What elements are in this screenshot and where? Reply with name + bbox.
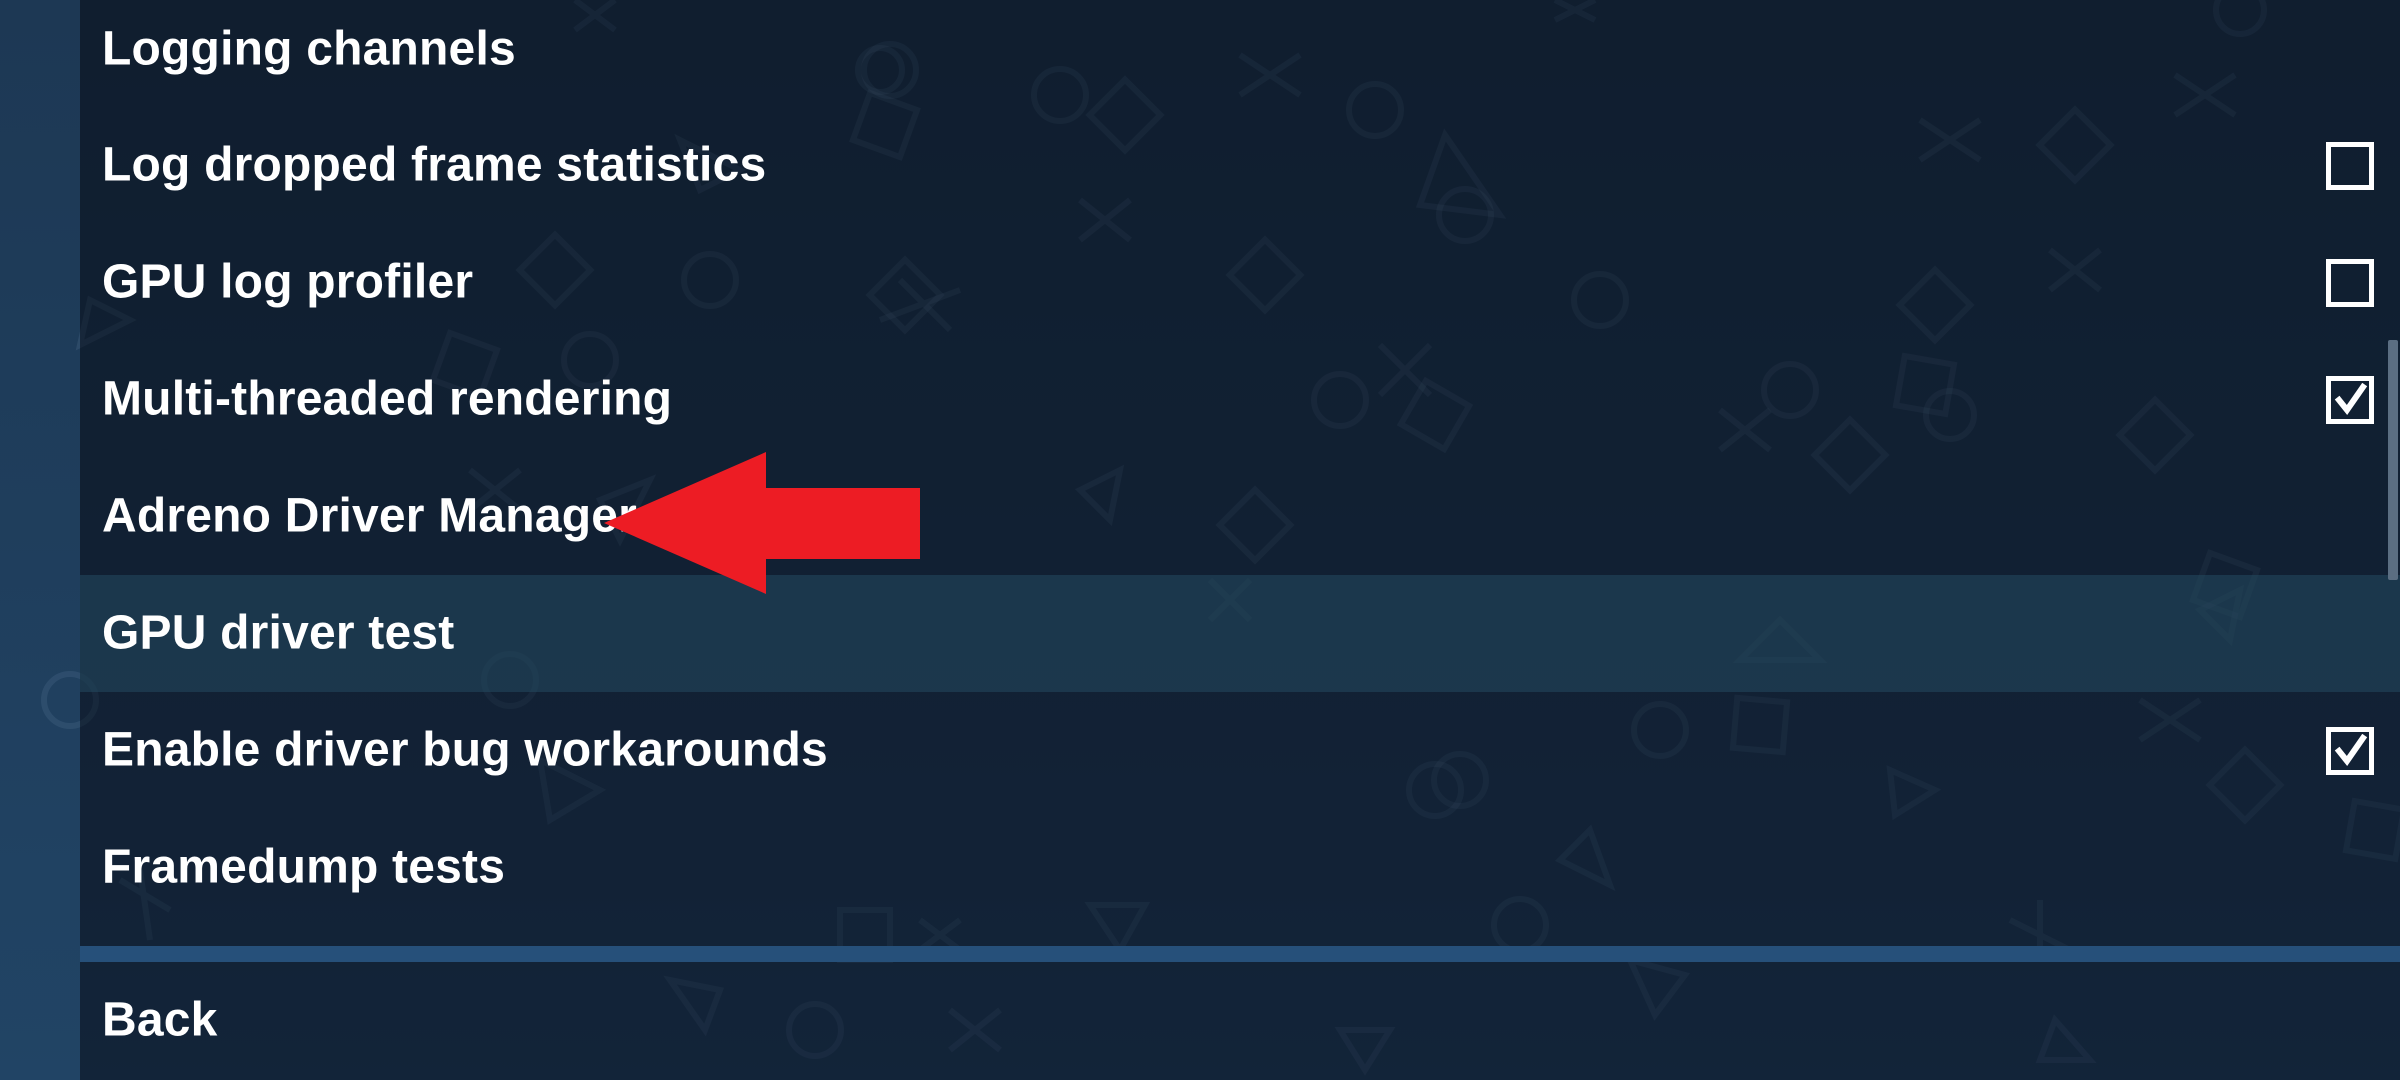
setting-row-framedump-tests[interactable]: Framedump tests [80, 809, 2400, 926]
section-divider [80, 946, 2400, 962]
setting-row-logging-channels[interactable]: Logging channels [80, 0, 2400, 100]
setting-row-multi-threaded-rendering[interactable]: Multi-threaded rendering [80, 341, 2400, 458]
back-button[interactable]: Back [80, 962, 2400, 1080]
checkbox-checked[interactable] [2326, 726, 2374, 775]
setting-row-enable-driver-bug-workarounds[interactable]: Enable driver bug workarounds [80, 692, 2400, 809]
left-edge-strip [0, 0, 80, 1080]
scrollbar-thumb[interactable] [2388, 340, 2398, 580]
setting-row-log-dropped-frame-statistics[interactable]: Log dropped frame statistics [80, 107, 2400, 224]
red-arrow-annotation-icon [604, 452, 920, 594]
setting-label: Logging channels [102, 22, 516, 76]
setting-row-gpu-log-profiler[interactable]: GPU log profiler [80, 224, 2400, 341]
setting-label: GPU driver test [102, 605, 455, 659]
setting-label: Adreno Driver Manager [102, 488, 638, 542]
checkbox-checked[interactable] [2326, 375, 2374, 424]
setting-row-adreno-driver-manager[interactable]: Adreno Driver Manager [80, 458, 2400, 575]
setting-row-gpu-driver-test[interactable]: GPU driver test [80, 575, 2400, 692]
setting-label: Multi-threaded rendering [102, 371, 673, 425]
checkmark-icon [2334, 382, 2368, 415]
setting-label: Enable driver bug workarounds [102, 722, 828, 776]
back-label: Back [102, 993, 218, 1047]
checkmark-icon [2334, 733, 2368, 766]
checkbox-unchecked[interactable] [2326, 141, 2374, 190]
setting-label: Log dropped frame statistics [102, 137, 767, 191]
setting-label: Framedump tests [102, 839, 506, 893]
checkbox-unchecked[interactable] [2326, 258, 2374, 307]
setting-label: GPU log profiler [102, 254, 474, 308]
